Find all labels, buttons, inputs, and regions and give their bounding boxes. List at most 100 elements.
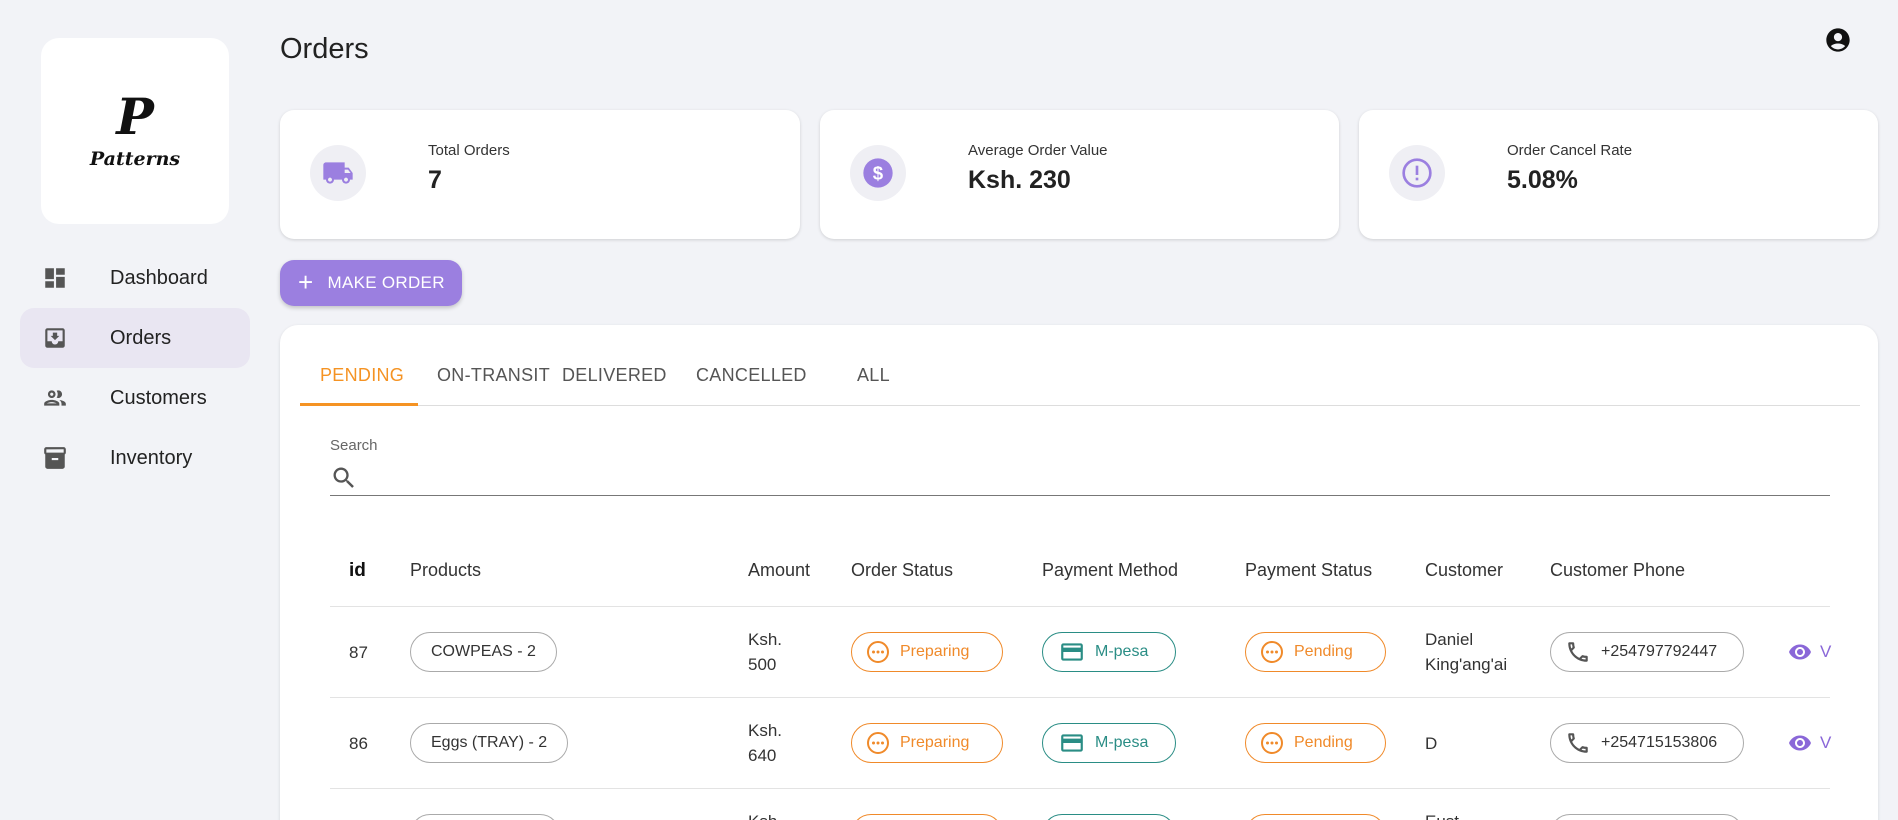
more-horiz-circle-icon (1261, 641, 1283, 663)
cell-amount-value: 640 (748, 746, 777, 765)
payment-status-label: Pending (1294, 643, 1353, 660)
cell-amount-currency: Ksh. (748, 721, 783, 740)
phone-icon (1568, 733, 1588, 753)
sidebar-item-label: Orders (110, 326, 172, 349)
alert-icon (1389, 145, 1445, 201)
stat-label: Average Order Value (968, 142, 1108, 159)
phone-chip[interactable]: +254797792447 (1550, 632, 1744, 672)
search-icon (330, 464, 358, 492)
eye-icon (1789, 735, 1811, 751)
stat-label: Order Cancel Rate (1507, 142, 1633, 159)
stat-label: Total Orders (428, 142, 510, 159)
make-order-button[interactable]: + MAKE ORDER (280, 260, 462, 306)
more-horiz-circle-icon (1261, 732, 1283, 754)
account-circle-icon[interactable] (1824, 26, 1852, 54)
search-label: Search (330, 437, 378, 454)
order-status-chip[interactable] (851, 814, 1003, 820)
view-order-label: V (1820, 733, 1832, 752)
stat-card-order-cancel-rate: Order Cancel Rate 5.08% (1359, 110, 1878, 239)
cell-customer: D (1425, 734, 1438, 753)
credit-card-icon (1061, 734, 1083, 752)
view-order-label: V (1820, 642, 1832, 661)
tab-all[interactable]: ALL (857, 365, 890, 386)
column-header-customer[interactable]: Customer (1425, 560, 1503, 581)
sidebar-item-orders[interactable]: Orders (20, 308, 250, 368)
column-header-payment-status[interactable]: Payment Status (1245, 560, 1372, 581)
payment-method-label: M-pesa (1095, 643, 1149, 660)
order-status-label: Preparing (900, 734, 970, 751)
dashboard-icon (40, 263, 70, 293)
view-order-link[interactable]: V (1788, 640, 1831, 664)
product-chip[interactable] (410, 814, 560, 820)
column-header-order-status[interactable]: Order Status (851, 560, 953, 581)
payment-status-chip[interactable] (1245, 814, 1386, 820)
product-chip[interactable]: Eggs (TRAY) - 2 (410, 723, 569, 763)
tab-on-transit[interactable]: ON-TRANSIT (437, 365, 550, 386)
sidebar-nav: Dashboard Orders Customers Inventory (20, 248, 250, 488)
more-horiz-circle-icon (867, 732, 889, 754)
eye-icon (1789, 644, 1811, 660)
payment-method-chip[interactable]: M-pesa (1042, 632, 1176, 672)
phone-number: +254797792447 (1601, 643, 1718, 660)
customers-icon (40, 383, 70, 413)
order-status-chip[interactable]: Preparing (851, 632, 1003, 672)
payment-status-label: Pending (1294, 734, 1353, 751)
payment-method-chip[interactable]: M-pesa (1042, 723, 1176, 763)
tab-delivered[interactable]: DELIVERED (562, 365, 667, 386)
column-header-id[interactable]: id (349, 560, 366, 582)
row-divider (330, 606, 1830, 607)
column-header-payment-method[interactable]: Payment Method (1042, 560, 1178, 581)
cell-amount-value: 500 (748, 655, 777, 674)
orders-icon (40, 323, 70, 353)
payment-status-chip[interactable]: Pending (1245, 723, 1386, 763)
phone-chip[interactable]: +254715153806 (1550, 723, 1744, 763)
cell-id: 87 (349, 643, 368, 662)
sidebar-item-dashboard[interactable]: Dashboard (20, 248, 250, 308)
payment-method-label: M-pesa (1095, 734, 1149, 751)
dollar-icon: $ (850, 145, 906, 201)
order-status-chip[interactable]: Preparing (851, 723, 1003, 763)
search-input[interactable] (366, 463, 1826, 493)
svg-text:$: $ (873, 163, 884, 184)
cell-customer: Eust (1425, 812, 1459, 820)
stat-value: Ksh. 230 (968, 166, 1071, 194)
plus-icon: + (298, 266, 314, 297)
sidebar-item-inventory[interactable]: Inventory (20, 428, 250, 488)
credit-card-icon (1061, 643, 1083, 661)
cell-id: 86 (349, 734, 368, 753)
make-order-label: MAKE ORDER (327, 273, 445, 292)
stat-card-total-orders: Total Orders 7 (280, 110, 800, 239)
order-status-label: Preparing (900, 643, 970, 660)
payment-method-chip[interactable] (1042, 814, 1176, 820)
search-underline (330, 495, 1830, 496)
sidebar-item-customers[interactable]: Customers (20, 368, 250, 428)
column-header-products[interactable]: Products (410, 560, 481, 581)
row-divider (330, 788, 1830, 789)
logo-letter: P (116, 87, 154, 146)
tab-pending[interactable]: PENDING (320, 365, 404, 386)
cell-customer: Daniel (1425, 630, 1474, 649)
page-title: Orders (280, 33, 369, 65)
phone-icon (1568, 642, 1588, 662)
cell-customer-line2: King'ang'ai (1425, 655, 1508, 674)
cell-amount-currency: Ksh. (748, 812, 782, 820)
column-header-customer-phone[interactable]: Customer Phone (1550, 560, 1685, 581)
tab-cancelled[interactable]: CANCELLED (696, 365, 807, 386)
active-tab-indicator (300, 403, 418, 406)
phone-number: +254715153806 (1601, 734, 1718, 751)
payment-status-chip[interactable]: Pending (1245, 632, 1386, 672)
more-horiz-circle-icon (867, 641, 889, 663)
truck-icon (310, 145, 366, 201)
column-header-amount[interactable]: Amount (748, 560, 810, 581)
sidebar-item-label: Customers (110, 386, 207, 409)
sidebar-item-label: Dashboard (110, 266, 208, 289)
stat-card-average-order-value: $ Average Order Value Ksh. 230 (820, 110, 1339, 239)
product-chip[interactable]: COWPEAS - 2 (410, 632, 557, 672)
view-order-link[interactable]: V (1788, 731, 1831, 755)
phone-chip[interactable] (1550, 814, 1744, 820)
logo-text: Patterns (89, 148, 181, 170)
orders-panel: PENDING ON-TRANSIT DELIVERED CANCELLED A… (280, 325, 1878, 820)
row-divider (330, 697, 1830, 698)
cell-amount-currency: Ksh. (748, 630, 783, 649)
sidebar-item-label: Inventory (110, 446, 193, 469)
